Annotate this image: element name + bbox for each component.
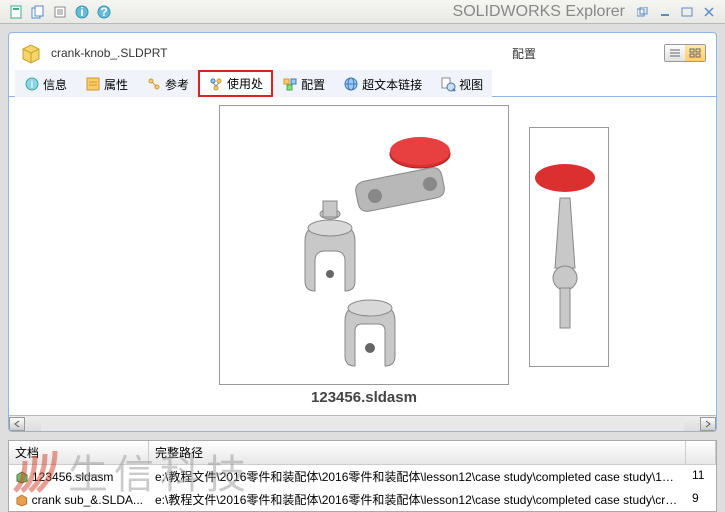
horizontal-scrollbar[interactable] xyxy=(9,415,716,431)
app-title: SOLIDWORKS Explorer xyxy=(114,3,633,21)
scroll-track[interactable] xyxy=(41,417,684,431)
file-name: crank-knob_.SLDPRT xyxy=(51,46,504,60)
tab-info[interactable]: i信息 xyxy=(15,70,76,97)
window-controls xyxy=(633,3,719,21)
scroll-right-arrow[interactable] xyxy=(700,417,716,431)
minimize-icon[interactable] xyxy=(655,3,675,21)
tb-btn-help[interactable]: ? xyxy=(94,3,114,21)
tb-btn-1[interactable] xyxy=(6,3,26,21)
col-3[interactable] xyxy=(686,441,716,464)
info-icon: i xyxy=(24,76,40,92)
config-label: 配置 xyxy=(512,45,536,62)
tab-config[interactable]: 配置 xyxy=(273,70,334,97)
preview-thumbnail-main[interactable] xyxy=(219,105,509,385)
tb-btn-info[interactable]: i xyxy=(72,3,92,21)
tab-properties[interactable]: 属性 xyxy=(76,70,137,97)
file-header: crank-knob_.SLDPRT 配置 xyxy=(9,33,716,69)
preview-area: 123456.sldasm xyxy=(9,97,716,415)
watermark-text: 生信科技 xyxy=(68,442,252,500)
svg-text:i: i xyxy=(80,5,83,19)
preview-thumbnail-next[interactable] xyxy=(529,127,609,367)
hyperlink-icon xyxy=(343,76,359,92)
tb-btn-3[interactable] xyxy=(50,3,70,21)
config-icon xyxy=(282,76,298,92)
svg-text:i: i xyxy=(31,77,34,91)
titlebar-toolbar: i ? xyxy=(6,3,114,21)
references-icon xyxy=(146,76,162,92)
view-thumb-button[interactable] xyxy=(685,45,705,61)
scroll-left-arrow[interactable] xyxy=(9,417,25,431)
view-list-button[interactable] xyxy=(665,45,685,61)
preview-caption: 123456.sldasm xyxy=(219,389,509,406)
tab-view[interactable]: 视图 xyxy=(431,70,492,97)
titlebar: i ? SOLIDWORKS Explorer xyxy=(0,0,725,24)
tab-references[interactable]: 参考 xyxy=(137,70,198,97)
tab-where-used[interactable]: 使用处 xyxy=(198,70,273,97)
tab-hyperlink[interactable]: 超文本链接 xyxy=(334,70,431,97)
restore-icon[interactable] xyxy=(633,3,653,21)
watermark-logo-icon xyxy=(10,446,60,496)
main-panel: crank-knob_.SLDPRT 配置 i信息 属性 参考 使用处 配置 超… xyxy=(8,32,717,432)
svg-text:?: ? xyxy=(100,5,107,19)
where-used-icon xyxy=(208,76,224,92)
tb-btn-2[interactable] xyxy=(28,3,48,21)
view-toggle xyxy=(664,44,706,62)
maximize-icon[interactable] xyxy=(677,3,697,21)
properties-icon xyxy=(85,76,101,92)
tab-bar: i信息 属性 参考 使用处 配置 超文本链接 视图 xyxy=(9,69,716,97)
close-icon[interactable] xyxy=(699,3,719,21)
watermark: 生信科技 xyxy=(10,442,252,500)
view-icon xyxy=(440,76,456,92)
part-file-icon xyxy=(19,41,43,65)
